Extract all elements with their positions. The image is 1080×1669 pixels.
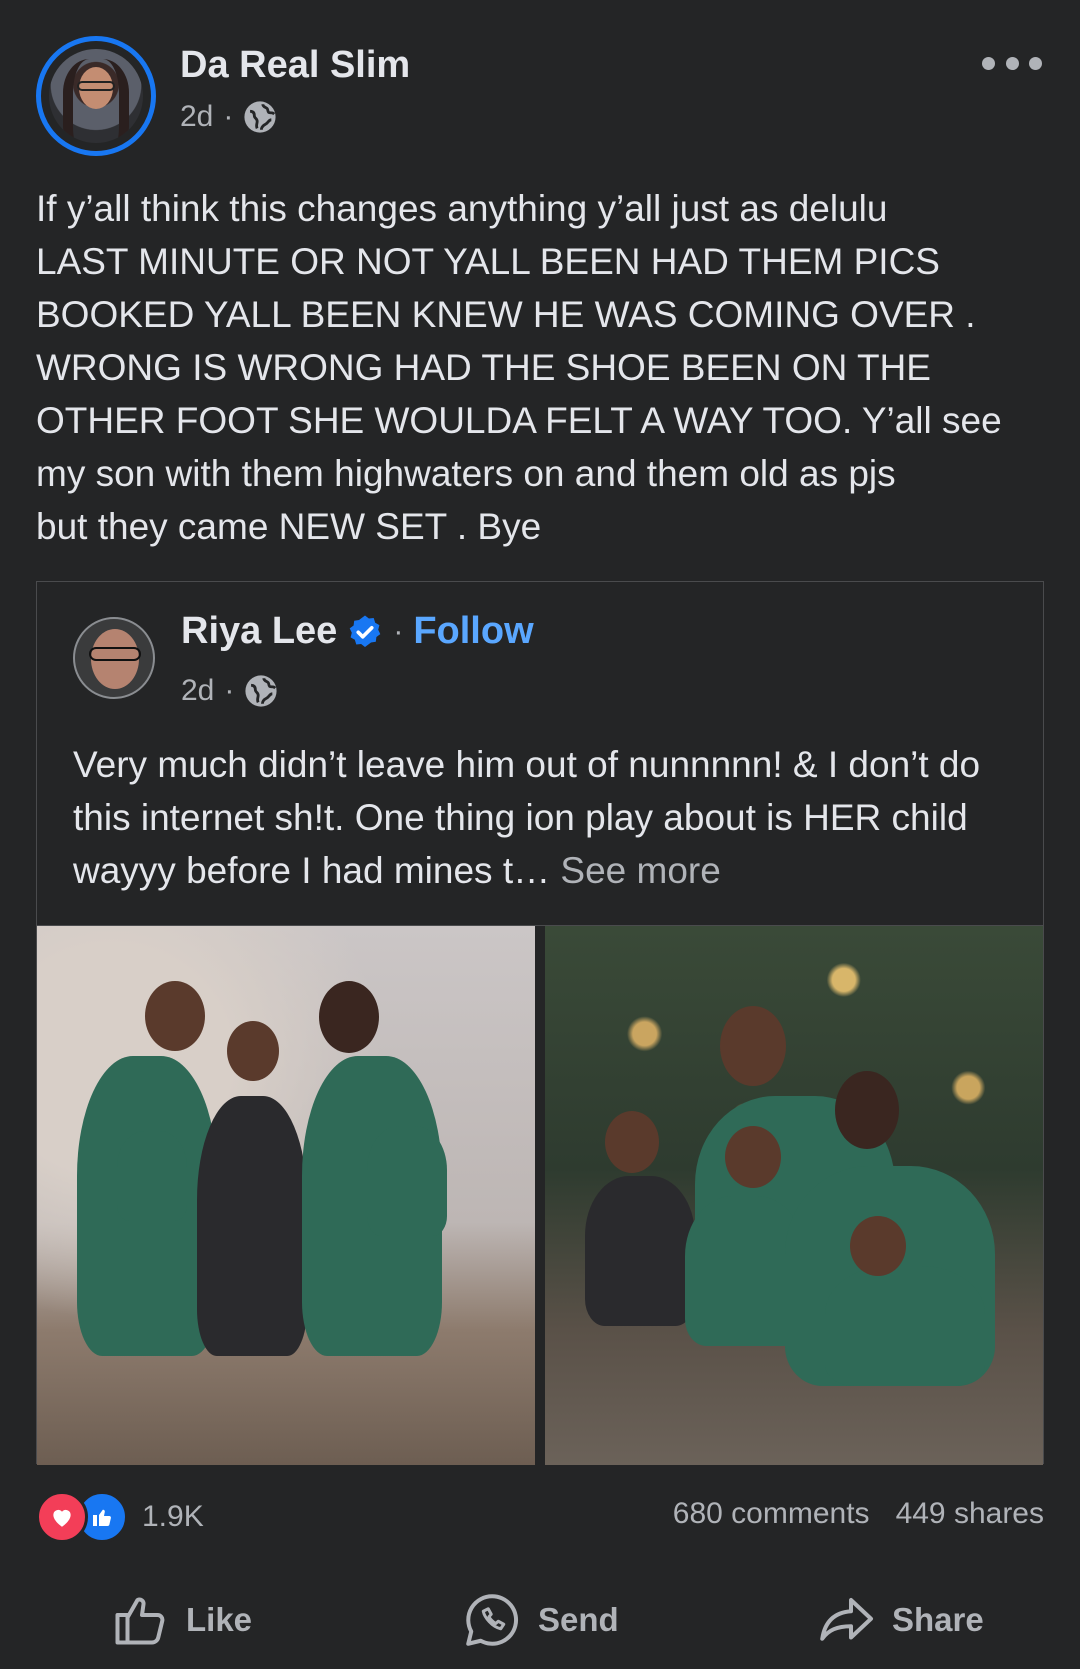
love-reaction-icon [36,1491,88,1543]
shared-author-row: Riya Lee · Follow [181,610,534,653]
shares-count[interactable]: 449 shares [896,1497,1044,1531]
author-avatar[interactable] [36,36,156,156]
reaction-row: 1.9K 680 comments 449 shares [36,1487,1044,1543]
like-icon [115,1597,165,1645]
post-text: If y’all think this changes anything y’a… [36,188,1002,547]
share-icon [820,1598,873,1641]
shared-author-name[interactable]: Riya Lee [181,610,337,653]
post-header: Da Real Slim 2d · [36,36,1046,156]
post-time[interactable]: 2d [180,100,213,134]
share-button[interactable]: Share [816,1590,984,1650]
shared-post-card[interactable]: Riya Lee · Follow 2d · Very much didn’t … [36,581,1044,1465]
shared-meta: 2d · [181,674,278,708]
like-label: Like [186,1601,253,1638]
photo-grid [37,925,1043,1465]
see-more-link[interactable]: See more [560,850,720,891]
comments-count[interactable]: 680 comments [673,1497,870,1531]
shared-author-avatar[interactable] [73,617,155,699]
shared-meta-separator: · [224,674,235,707]
shared-text-body: Very much didn’t leave him out of nunnnn… [73,744,981,891]
verified-icon [350,615,381,647]
reactions-summary[interactable]: 1.9K [36,1491,204,1543]
family-photo-right[interactable] [545,926,1043,1465]
send-button[interactable]: Send [462,1590,619,1650]
name-separator: · [393,614,404,648]
family-photo-left[interactable] [37,926,535,1465]
more-options-icon[interactable] [982,48,1042,78]
shared-text: Very much didn’t leave him out of nunnnn… [73,738,1013,897]
share-label: Share [892,1601,984,1638]
globe-icon [244,101,276,133]
send-label: Send [538,1601,619,1638]
action-bar: Like Send Share [0,1590,1080,1660]
author-name[interactable]: Da Real Slim [180,44,410,87]
post-meta: 2d · [180,100,277,134]
follow-button[interactable]: Follow [413,610,533,653]
reaction-count: 1.9K [142,1500,204,1533]
like-button[interactable]: Like [110,1590,252,1650]
globe-icon [245,675,277,707]
send-icon [466,1594,518,1646]
post-stats: 680 comments 449 shares [673,1497,1044,1531]
shared-time[interactable]: 2d [181,674,214,708]
meta-separator: · [223,100,234,133]
